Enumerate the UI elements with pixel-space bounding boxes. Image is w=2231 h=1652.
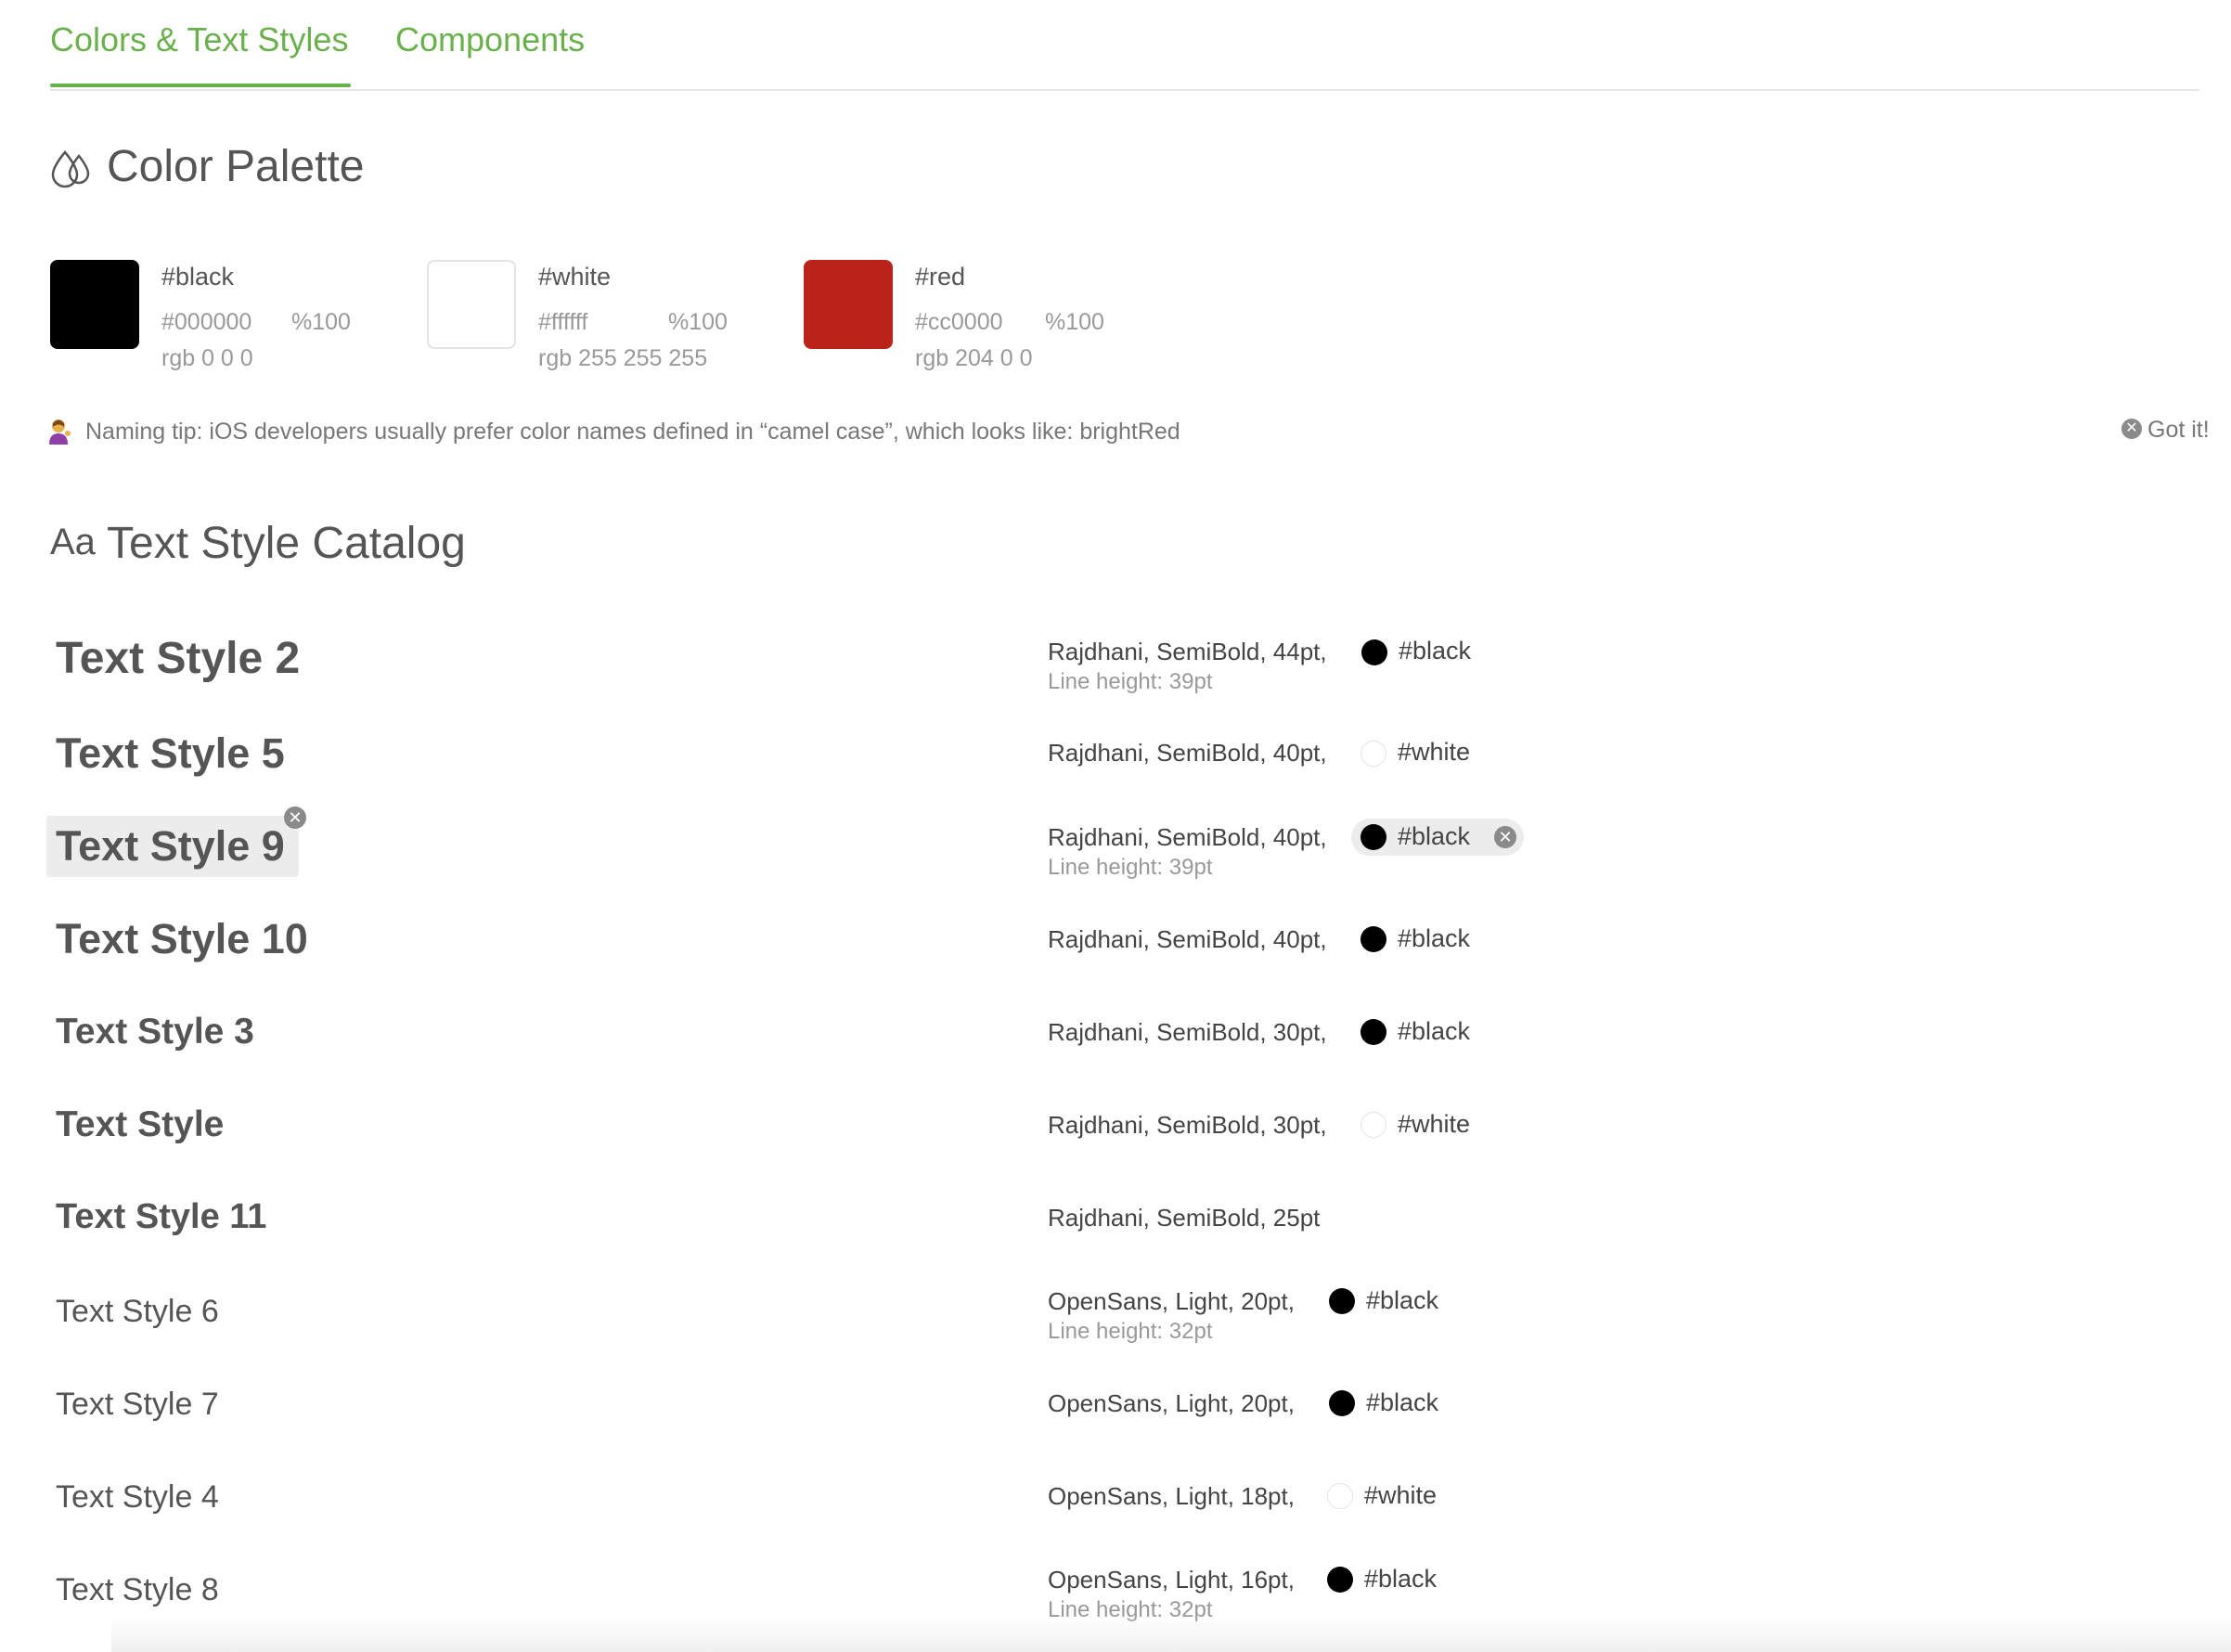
text-style-color: #black	[1398, 924, 1471, 952]
swatch-name-white: #white	[538, 263, 612, 290]
text-style-line-height: Line height: 39pt	[1048, 855, 1213, 880]
swatch-rgb-red: rgb 204 0 0	[915, 345, 1033, 371]
active-tab-indicator	[50, 84, 351, 87]
color-dot-white	[1361, 1112, 1386, 1138]
color-palette-title: Color Palette	[107, 142, 365, 191]
text-style-name[interactable]: Text Style 4	[56, 1479, 219, 1516]
swatch-white[interactable]	[427, 260, 516, 349]
tab-components[interactable]: Components	[395, 20, 585, 59]
text-style-color: #black	[1399, 637, 1472, 665]
text-style-name[interactable]: Text Style 8	[56, 1572, 219, 1608]
text-style-desc: OpenSans, Light, 16pt,	[1048, 1566, 1295, 1594]
remove-style-icon[interactable]: ✕	[284, 807, 306, 829]
swatch-name-black: #black	[161, 263, 235, 290]
text-style-desc: Rajdhani, SemiBold, 25pt	[1048, 1204, 1321, 1232]
text-style-color: #white	[1364, 1481, 1438, 1509]
color-dot-black	[1327, 1567, 1353, 1593]
text-style-line-height: Line height: 39pt	[1048, 669, 1213, 694]
text-style-catalog-title: Text Style Catalog	[107, 519, 466, 568]
text-style-name[interactable]: Text Style 7	[56, 1387, 219, 1423]
naming-tip-text: Naming tip: iOS developers usually prefe…	[85, 419, 1180, 445]
color-dot-black	[1329, 1390, 1355, 1416]
text-style-desc: Rajdhani, SemiBold, 30pt,	[1048, 1018, 1327, 1046]
remove-color-icon[interactable]: ✕	[1494, 826, 1516, 848]
swatch-rgb-black: rgb 0 0 0	[161, 345, 253, 371]
color-dot-white	[1327, 1483, 1353, 1509]
swatch-opacity-black: %100	[291, 309, 351, 335]
tab-colors-text-styles[interactable]: Colors & Text Styles	[50, 20, 348, 59]
close-icon: ✕	[2121, 419, 2142, 440]
text-style-name[interactable]: Text Style 2	[56, 633, 300, 684]
text-style-name[interactable]: Text Style 3	[56, 1012, 254, 1052]
text-style-color: #black	[1366, 1286, 1439, 1314]
color-dot-black	[1361, 926, 1386, 952]
text-style-desc: OpenSans, Light, 18pt,	[1048, 1482, 1295, 1510]
text-style-desc: Rajdhani, SemiBold, 40pt,	[1048, 739, 1327, 767]
swatch-hex-black: #000000	[161, 309, 252, 335]
color-dot-black	[1361, 824, 1386, 850]
swatch-hex-white: #ffffff	[538, 309, 588, 335]
swatch-opacity-white: %100	[668, 309, 728, 335]
swatch-red[interactable]	[804, 260, 893, 349]
tabs-divider	[50, 89, 2199, 91]
text-style-desc: OpenSans, Light, 20pt,	[1048, 1287, 1295, 1315]
bottom-shadow	[111, 1615, 2231, 1652]
swatch-hex-red: #cc0000	[915, 309, 1003, 335]
swatch-opacity-red: %100	[1045, 309, 1104, 335]
got-it-button[interactable]: ✕ Got it!	[2121, 417, 2210, 444]
text-style-color: #black	[1398, 1017, 1471, 1045]
text-style-desc: Rajdhani, SemiBold, 30pt,	[1048, 1111, 1327, 1139]
text-style-color: #black	[1398, 822, 1471, 850]
text-style-desc: Rajdhani, SemiBold, 44pt,	[1048, 638, 1327, 665]
got-it-label: Got it!	[2147, 417, 2210, 443]
swatch-black[interactable]	[50, 260, 139, 349]
color-dot-white	[1361, 741, 1386, 767]
text-style-desc: Rajdhani, SemiBold, 40pt,	[1048, 925, 1327, 953]
text-style-desc: OpenSans, Light, 20pt,	[1048, 1389, 1295, 1417]
text-style-color: #black	[1366, 1388, 1439, 1416]
text-style-name[interactable]: Text Style 11	[56, 1197, 266, 1237]
text-style-name[interactable]: Text Style 9	[56, 822, 285, 871]
color-dot-black	[1361, 1019, 1386, 1045]
text-aa-icon: Aa	[50, 522, 96, 562]
text-style-color: #white	[1398, 738, 1471, 766]
drops-icon	[51, 150, 90, 188]
text-style-name[interactable]: Text Style 10	[56, 915, 308, 963]
text-style-desc: Rajdhani, SemiBold, 40pt,	[1048, 823, 1327, 851]
color-dot-black	[1329, 1288, 1355, 1314]
swatch-name-red: #red	[915, 263, 966, 290]
text-style-line-height: Line height: 32pt	[1048, 1319, 1213, 1344]
person-tipping-hand-icon	[49, 419, 71, 445]
text-style-color: #black	[1364, 1565, 1438, 1593]
text-style-name[interactable]: Text Style	[56, 1104, 224, 1145]
text-style-name[interactable]: Text Style 5	[56, 729, 285, 778]
text-style-color: #white	[1398, 1110, 1471, 1138]
text-style-name[interactable]: Text Style 6	[56, 1294, 219, 1330]
swatch-rgb-white: rgb 255 255 255	[538, 345, 708, 371]
color-dot-black	[1361, 639, 1387, 665]
